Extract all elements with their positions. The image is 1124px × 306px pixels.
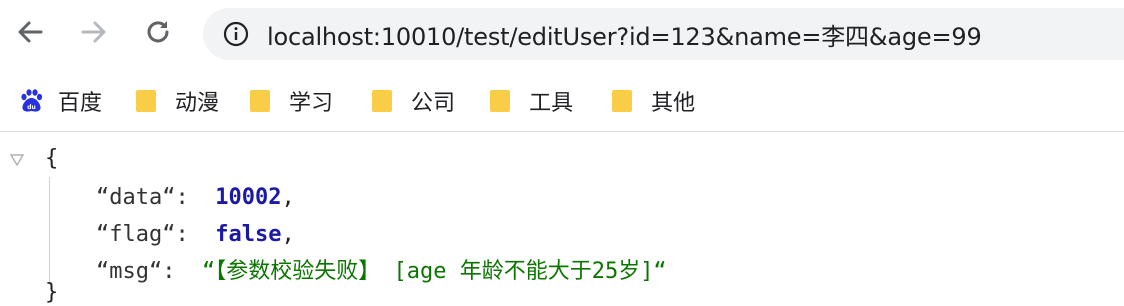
json-close-brace: }: [45, 280, 59, 305]
forward-button[interactable]: [76, 14, 112, 50]
json-value-number: 10002: [215, 185, 282, 210]
json-open-brace: {: [45, 146, 59, 171]
json-viewer: { “data“: 10002, “flag“: false, “msg“: “…: [0, 132, 1124, 306]
bookmark-folder-other[interactable]: 其他: [611, 81, 695, 121]
arrow-left-icon: [18, 21, 43, 43]
json-key: “flag“:: [96, 222, 189, 247]
json-value-boolean: false: [215, 222, 282, 247]
folder-icon: [489, 89, 511, 113]
json-entry-data: “data“: 10002,: [96, 185, 295, 210]
json-value-string: “【参数校验失败】 [age 年龄不能大于25岁]“: [201, 259, 667, 284]
bookmark-folder-study[interactable]: 学习: [249, 81, 333, 121]
folder-icon: [371, 89, 393, 113]
bookmark-label: 公司: [411, 90, 456, 116]
json-key: “msg“:: [96, 259, 176, 284]
bookmark-baidu[interactable]: du 百度: [18, 81, 102, 121]
bookmark-label: 学习: [289, 90, 334, 116]
info-icon[interactable]: [223, 21, 249, 47]
reload-icon: [147, 21, 169, 43]
bookmark-label: 动漫: [175, 90, 220, 116]
folder-icon: [135, 89, 157, 113]
bookmark-label: 工具: [529, 90, 574, 116]
json-entry-flag: “flag“: false,: [96, 222, 295, 247]
bookmarks-bar: du 百度 动漫 学习 公司 工具 其他: [0, 70, 1124, 132]
json-key: “data“:: [96, 185, 189, 210]
arrow-right-icon: [81, 21, 106, 43]
bookmark-folder-tools[interactable]: 工具: [489, 81, 573, 121]
address-bar[interactable]: localhost:10010/test/editUser?id=123&nam…: [203, 8, 1124, 60]
indent-guide: [49, 177, 50, 285]
svg-text:du: du: [27, 104, 36, 111]
browser-toolbar: localhost:10010/test/editUser?id=123&nam…: [0, 0, 1124, 70]
bookmark-folder-company[interactable]: 公司: [371, 81, 455, 121]
folder-icon: [249, 89, 271, 113]
json-entry-msg: “msg“: “【参数校验失败】 [age 年龄不能大于25岁]“: [96, 258, 667, 286]
collapse-triangle-icon[interactable]: [10, 154, 24, 166]
bookmark-label: 其他: [651, 90, 696, 116]
reload-button[interactable]: [140, 14, 176, 50]
back-button[interactable]: [12, 14, 48, 50]
bookmark-label: 百度: [58, 90, 103, 116]
baidu-paw-icon: du: [21, 88, 43, 112]
folder-icon: [611, 89, 633, 113]
url-text[interactable]: localhost:10010/test/editUser?id=123&nam…: [267, 17, 982, 52]
bookmark-folder-anime[interactable]: 动漫: [135, 81, 219, 121]
